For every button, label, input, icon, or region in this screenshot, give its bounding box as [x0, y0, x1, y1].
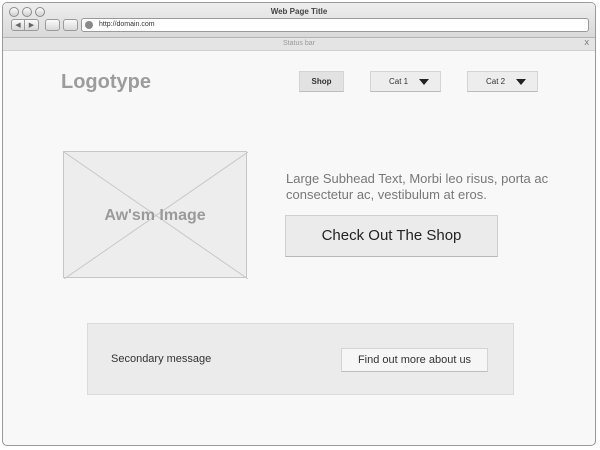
url-text: http://domain.com	[99, 21, 155, 28]
browser-window: Web Page Title ◀ ▶ http://domain.com Sta…	[2, 2, 596, 446]
dropdown-triangle-icon	[419, 79, 429, 85]
nav-cat1-label: Cat 1	[389, 77, 409, 86]
nav-shop-label: Shop	[311, 77, 332, 86]
hero-subhead: Large Subhead Text, Morbi leo risus, por…	[286, 171, 549, 202]
find-out-more-button[interactable]: Find out more about us	[341, 348, 488, 372]
secondary-message: Secondary message	[111, 353, 212, 365]
window-title: Web Page Title	[270, 7, 328, 16]
nav-cat2-dropdown[interactable]: Cat 2	[467, 71, 538, 92]
address-bar[interactable]: http://domain.com	[81, 18, 589, 32]
forward-button[interactable]: ▶	[25, 19, 39, 31]
nav-cat1-dropdown[interactable]: Cat 1	[370, 71, 441, 92]
hero-image-placeholder: Aw'sm Image	[63, 151, 248, 279]
image-label: Aw'sm Image	[104, 207, 206, 224]
close-icon[interactable]: X	[584, 38, 589, 50]
dropdown-triangle-icon	[516, 79, 526, 85]
nav-cat2-label: Cat 2	[486, 77, 506, 86]
toolbar-button-2[interactable]	[63, 19, 78, 31]
back-arrow-icon: ◀	[15, 22, 21, 29]
toolbar-button-1[interactable]	[45, 19, 60, 31]
status-bar: Status bar X	[3, 38, 595, 51]
forward-arrow-icon: ▶	[28, 22, 35, 29]
check-out-shop-button[interactable]: Check Out The Shop	[285, 215, 498, 257]
nav-shop-button[interactable]: Shop	[299, 71, 344, 92]
browser-chrome: Web Page Title ◀ ▶ http://domain.com	[3, 3, 595, 38]
secondary-panel: Secondary message Find out more about us	[87, 323, 514, 395]
globe-icon	[85, 21, 93, 29]
history-buttons: ◀ ▶	[11, 19, 39, 31]
logotype[interactable]: Logotype	[61, 71, 151, 94]
back-button[interactable]: ◀	[11, 19, 25, 31]
status-bar-text: Status bar	[283, 40, 315, 47]
